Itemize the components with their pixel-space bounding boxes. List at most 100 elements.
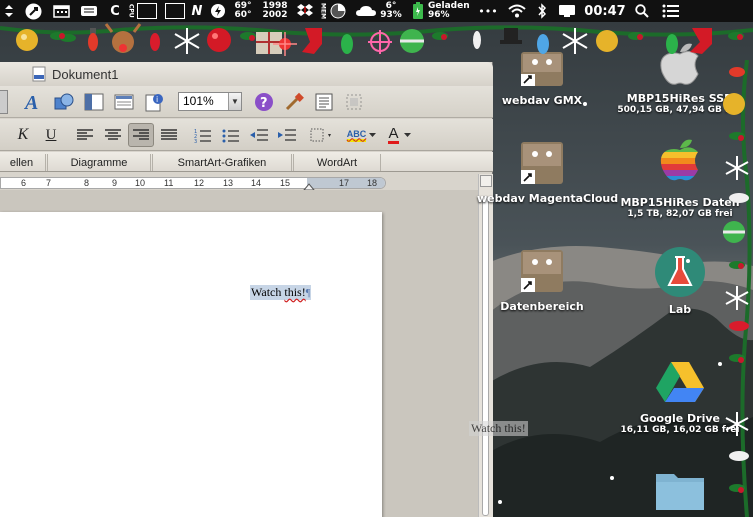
bullet-list-icon [222, 129, 239, 143]
menu-item-icon[interactable] [2, 0, 16, 22]
styles-button[interactable]: A [20, 90, 46, 114]
display-icon[interactable] [556, 0, 578, 22]
temperature-readout[interactable]: 69° 60° [230, 2, 256, 20]
power-icon[interactable] [208, 0, 228, 22]
borders-button[interactable] [308, 123, 334, 147]
ruler-number: 14 [251, 178, 262, 188]
align-left-icon [77, 129, 93, 140]
fan-readout[interactable]: 1998 2002 [260, 2, 290, 20]
text-this: this! [284, 285, 306, 299]
temp-line-2: 60° [234, 10, 252, 20]
sidebar-icon [84, 93, 104, 111]
format-painter-button[interactable] [281, 90, 307, 114]
mem-label: MEM [318, 0, 328, 22]
bullet-list-button[interactable] [218, 123, 244, 147]
toolbox-button[interactable]: i [141, 90, 167, 114]
help-icon: ? [255, 93, 273, 111]
justify-icon [161, 129, 177, 140]
cpu-graph[interactable] [136, 0, 158, 22]
document-page[interactable]: Watch this!¶ [0, 212, 382, 517]
ruler-number: 17 [339, 178, 350, 188]
italic-button[interactable]: K [10, 123, 36, 147]
ruler-number: 15 [280, 178, 291, 188]
more-dots-icon[interactable]: ••• [476, 0, 500, 22]
clock[interactable]: 00:47 [584, 0, 626, 22]
selected-document-text[interactable]: Watch this!¶ [250, 285, 312, 300]
ruler-number: 8 [84, 178, 90, 188]
wifi-icon[interactable] [506, 0, 528, 22]
dropbox-icon[interactable] [294, 0, 316, 22]
zoom-select[interactable]: 101% ▼ [178, 92, 242, 111]
highlight-dropdown-icon [369, 133, 377, 137]
zoom-value: 101% [183, 94, 214, 108]
toolbar-button-partial[interactable] [0, 90, 8, 114]
bluetooth-icon[interactable] [532, 0, 552, 22]
gallery-button[interactable] [111, 90, 137, 114]
document-area: Watch this!¶ [0, 190, 478, 517]
sidebar-button[interactable] [81, 90, 107, 114]
reading-view-button[interactable] [311, 90, 337, 114]
keyboard-icon[interactable] [78, 0, 100, 22]
ruler-number: 6 [21, 178, 27, 188]
highlight-button[interactable]: ABC [344, 123, 380, 147]
ruler-number: 12 [194, 178, 205, 188]
help-button[interactable]: ? [251, 90, 277, 114]
tab-tabellen[interactable]: ellen [0, 154, 46, 171]
tab-label: SmartArt-Grafiken [177, 156, 267, 169]
battery-icon[interactable] [410, 0, 426, 22]
increase-indent-icon [278, 129, 296, 141]
align-center-button[interactable] [100, 123, 126, 147]
numbered-list-icon: 123 [194, 129, 211, 143]
ruler-strip: 6 7 8 9 10 11 12 13 14 15 17 18 [0, 177, 386, 189]
fan-line-2: 2002 [262, 10, 288, 20]
increase-indent-button[interactable] [274, 123, 300, 147]
battery-line-2: 96% [428, 10, 450, 20]
align-center-icon [105, 129, 121, 140]
italic-label: K [17, 126, 29, 143]
gallery-icon [114, 94, 134, 110]
svg-text:A: A [23, 92, 38, 113]
align-right-icon [133, 129, 149, 140]
battery-readout[interactable]: Geladen 96% [428, 2, 470, 20]
ruler-number: 10 [135, 178, 146, 188]
rocket-app-icon[interactable] [22, 0, 44, 22]
calendar-icon[interactable] [50, 0, 72, 22]
decrease-indent-icon [250, 129, 268, 141]
memory-graph[interactable] [164, 0, 186, 22]
numbered-list-button[interactable]: 123 [190, 123, 216, 147]
justify-button[interactable] [156, 123, 182, 147]
text-watch: Watch [251, 285, 285, 299]
horizontal-ruler[interactable]: 6 7 8 9 10 11 12 13 14 15 17 18 [0, 174, 480, 191]
align-left-button[interactable] [72, 123, 98, 147]
decrease-indent-button[interactable] [246, 123, 272, 147]
notification-center-icon[interactable] [660, 0, 682, 22]
tab-label: ellen [9, 156, 34, 169]
paintbrush-icon [285, 92, 304, 111]
ruler-number: 13 [223, 178, 234, 188]
word-titlebar[interactable]: Dokument1 [0, 62, 493, 86]
window-title: Dokument1 [52, 66, 119, 82]
document-proxy-icon[interactable] [32, 66, 46, 86]
tab-diagramme[interactable]: Diagramme [47, 154, 151, 171]
ruler-number: 9 [112, 178, 118, 188]
spotlight-search-icon[interactable] [632, 0, 652, 22]
font-color-button[interactable]: A [384, 123, 416, 147]
weather-readout[interactable]: 6° 93% [380, 2, 402, 20]
c-app-icon[interactable]: C [106, 0, 124, 22]
formatting-toolbar: K U 123 ABC A [0, 119, 493, 151]
tab-wordart[interactable]: WordArt [293, 154, 381, 171]
mem-text: MEM [319, 2, 327, 20]
align-right-button[interactable] [128, 123, 154, 147]
memory-pie-icon[interactable] [328, 0, 348, 22]
underline-button[interactable]: U [38, 123, 64, 147]
frame-button[interactable] [341, 90, 367, 114]
tab-label: Diagramme [70, 156, 128, 169]
insert-shapes-button[interactable] [51, 90, 77, 114]
weather-cloud-icon[interactable] [354, 0, 378, 22]
tab-smartart[interactable]: SmartArt-Grafiken [152, 154, 292, 171]
n-app-icon[interactable]: N [190, 0, 204, 22]
scroll-thumb[interactable] [482, 196, 489, 516]
svg-text:i: i [156, 95, 158, 104]
zoom-dropdown-arrow-icon[interactable]: ▼ [228, 93, 241, 110]
cpu-text: CPU [127, 4, 135, 18]
